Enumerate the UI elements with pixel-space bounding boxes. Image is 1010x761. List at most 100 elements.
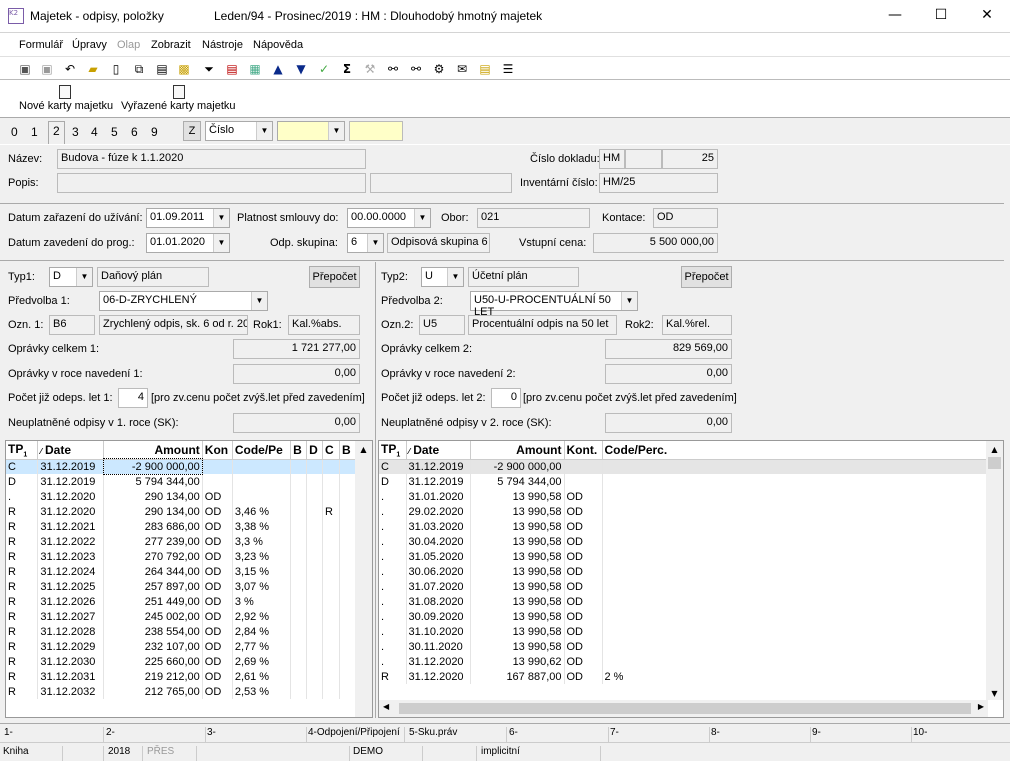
table-row[interactable]: D 31.12.2019 5 794 344,00 (6, 474, 358, 489)
right-grid-hscrollbar[interactable]: ◀ ▶ (379, 700, 988, 717)
table-cell[interactable]: R (379, 669, 407, 684)
table-cell[interactable]: 2,84 % (232, 624, 292, 639)
col-b[interactable]: B (290, 441, 308, 460)
binoculars2-icon[interactable]: ⚯ (408, 61, 424, 77)
table-cell[interactable]: 13 990,58 (470, 519, 565, 534)
table-cell[interactable]: . (379, 549, 407, 564)
table-row[interactable]: . 31.07.2020 13 990,58 OD (379, 579, 988, 594)
table-cell[interactable]: 31.12.2030 (37, 654, 105, 669)
table-cell[interactable] (322, 594, 340, 609)
retired-cards-button[interactable]: Vyřazené karty majetku (121, 100, 236, 112)
table-cell[interactable] (290, 654, 308, 669)
table-row[interactable]: . 30.06.2020 13 990,58 OD (379, 564, 988, 579)
table-cell[interactable] (290, 549, 308, 564)
table-cell[interactable]: OD (564, 594, 603, 609)
maximize-button[interactable]: ☐ (918, 0, 964, 32)
table-cell[interactable] (339, 549, 358, 564)
table-cell[interactable]: OD (564, 639, 603, 654)
chevron-down-icon[interactable]: ▼ (251, 292, 267, 310)
table-cell[interactable] (602, 624, 988, 639)
table-cell[interactable]: 31.12.2031 (37, 669, 105, 684)
table-cell[interactable] (602, 594, 988, 609)
tab-4[interactable]: 4 (91, 125, 98, 139)
table-cell[interactable] (232, 474, 292, 489)
table-cell[interactable]: -2 900 000,00 (102, 458, 204, 475)
table-cell[interactable] (306, 474, 323, 489)
table-cell[interactable] (602, 504, 988, 519)
table-cell[interactable] (322, 609, 340, 624)
table-row[interactable]: . 30.11.2020 13 990,58 OD (379, 639, 988, 654)
table-cell[interactable]: 31.12.2026 (37, 594, 105, 609)
table-cell[interactable]: OD (202, 654, 233, 669)
table-cell[interactable]: 219 212,00 (103, 669, 203, 684)
table-cell[interactable] (290, 684, 308, 699)
filter-combo[interactable]: Číslo ▼ (205, 121, 273, 141)
table-cell[interactable]: 31.12.2021 (37, 519, 105, 534)
col-date[interactable]: ⁄ Date (37, 441, 105, 460)
chevron-down-icon[interactable]: ▼ (447, 268, 463, 286)
tab-2[interactable]: 2 (48, 121, 65, 144)
table-cell[interactable]: OD (202, 489, 233, 504)
table-cell[interactable]: 3,38 % (232, 519, 292, 534)
table-cell[interactable]: 13 990,58 (470, 594, 565, 609)
popis2-field[interactable] (370, 173, 512, 193)
table-row[interactable]: . 30.04.2020 13 990,58 OD (379, 534, 988, 549)
menu-nastroje[interactable]: Nástroje (202, 39, 243, 51)
popis-field[interactable] (57, 173, 366, 193)
document-icon[interactable]: ▤ (154, 61, 170, 77)
col-date[interactable]: ⁄ Date (406, 441, 471, 460)
table-cell[interactable] (290, 624, 308, 639)
table-cell[interactable]: OD (202, 549, 233, 564)
table-cell[interactable] (290, 504, 308, 519)
hammer-icon[interactable]: ⚒ (362, 61, 378, 77)
table-cell[interactable] (306, 519, 323, 534)
table-cell[interactable] (322, 684, 340, 699)
table-cell[interactable]: OD (564, 564, 603, 579)
table-cell[interactable]: . (379, 654, 407, 669)
fkey-4[interactable]: 4-Odpojení/Připojení (308, 727, 405, 742)
scroll-thumb[interactable] (988, 457, 1001, 469)
table-cell[interactable] (232, 459, 292, 474)
table-cell[interactable]: 31.05.2020 (406, 549, 471, 564)
table-cell[interactable] (306, 489, 323, 504)
table-cell[interactable] (306, 594, 323, 609)
col-b2[interactable]: B (339, 441, 358, 460)
table-row[interactable]: R 31.12.2026 251 449,00 OD 3 % (6, 594, 358, 609)
table-cell[interactable] (602, 534, 988, 549)
table-cell[interactable]: OD (564, 579, 603, 594)
notepad-icon[interactable]: ▤ (477, 61, 493, 77)
table-cell[interactable]: 212 765,00 (103, 684, 203, 699)
table-cell[interactable]: 270 792,00 (103, 549, 203, 564)
table-cell[interactable]: 2,77 % (232, 639, 292, 654)
table-cell[interactable] (232, 489, 292, 504)
table-cell[interactable] (322, 549, 340, 564)
table-cell[interactable]: OD (564, 609, 603, 624)
check-arrow-icon[interactable]: ✓ (316, 61, 332, 77)
chevron-down-icon[interactable]: ▼ (256, 122, 272, 140)
table-cell[interactable]: OD (202, 519, 233, 534)
table-row[interactable]: . 31.12.2020 290 134,00 OD (6, 489, 358, 504)
table-cell[interactable] (339, 474, 358, 489)
z-button[interactable]: Z (183, 121, 201, 141)
table-cell[interactable]: OD (564, 504, 603, 519)
table-cell[interactable] (290, 609, 308, 624)
table-cell[interactable]: R (6, 519, 39, 534)
table-cell[interactable]: R (6, 504, 39, 519)
table-cell[interactable]: OD (564, 489, 603, 504)
table-cell[interactable] (602, 609, 988, 624)
table-cell[interactable]: 30.04.2020 (406, 534, 471, 549)
fkey-3[interactable]: 3- (207, 727, 307, 742)
arrow-up-icon[interactable]: ▲ (270, 61, 286, 77)
table-cell[interactable]: OD (202, 609, 233, 624)
table-row[interactable]: . 31.03.2020 13 990,58 OD (379, 519, 988, 534)
table-cell[interactable] (322, 669, 340, 684)
platnost-combo[interactable]: 00.00.0000 ▼ (347, 208, 431, 228)
table-cell[interactable]: C (379, 459, 407, 474)
table-cell[interactable]: 13 990,58 (470, 609, 565, 624)
table-cell[interactable]: OD (202, 534, 233, 549)
table-cell[interactable]: 13 990,58 (470, 489, 565, 504)
table-cell[interactable]: 31.12.2020 (37, 489, 105, 504)
table-cell[interactable] (290, 579, 308, 594)
save-as-icon[interactable]: ▣ (39, 61, 55, 77)
table-cell[interactable]: 2,53 % (232, 684, 292, 699)
